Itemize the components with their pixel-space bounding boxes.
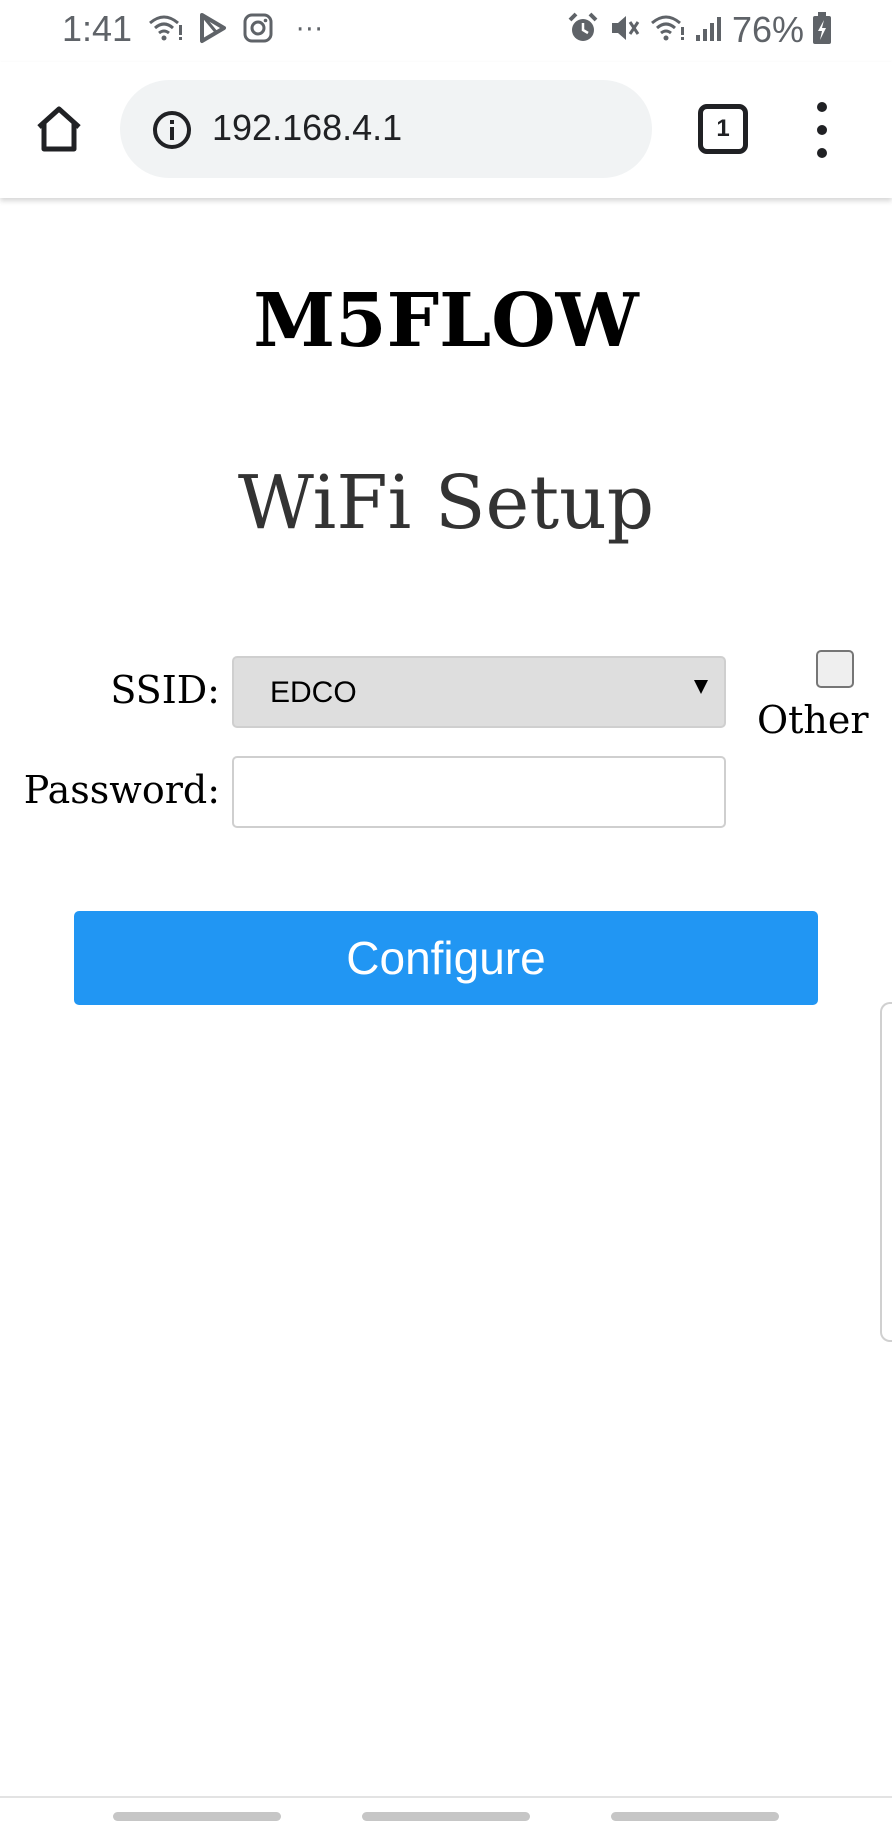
other-checkbox[interactable] — [816, 650, 854, 688]
ssid-label: SSID: — [110, 668, 220, 712]
status-time: 1:41 — [62, 8, 133, 49]
browser-toolbar: 192.168.4.1 1 — [0, 62, 892, 198]
phone-screen: 1:41 ··· 76% 192.168.4.1 1 M5FLOW WiFi S… — [0, 0, 892, 1834]
menu-dot — [817, 102, 827, 112]
configure-button[interactable]: Configure — [74, 911, 818, 1005]
home-icon — [37, 106, 81, 152]
ssid-select[interactable]: EDCO — [232, 656, 726, 728]
nav-home-pill[interactable] — [362, 1812, 530, 1821]
instagram-icon — [242, 12, 274, 48]
scroll-handle[interactable] — [880, 1002, 892, 1342]
status-left-icons: ··· — [148, 10, 324, 50]
menu-dot — [817, 125, 827, 135]
page-subtitle: WiFi Setup — [237, 460, 655, 546]
web-page: M5FLOW WiFi Setup SSID: EDCO Other Passw… — [0, 198, 892, 1798]
navigation-bar — [0, 1796, 892, 1834]
nav-back-pill[interactable] — [113, 1812, 281, 1821]
ssid-selected-value: EDCO — [270, 676, 357, 709]
tab-switcher-button[interactable]: 1 — [698, 104, 748, 154]
tab-count: 1 — [716, 115, 730, 142]
battery-percent: 76% — [731, 9, 804, 50]
more-vert-icon[interactable] — [800, 102, 844, 158]
home-button[interactable] — [30, 100, 88, 158]
page-title: M5FLOW — [253, 278, 639, 364]
address-bar[interactable]: 192.168.4.1 — [120, 80, 652, 178]
wifi-icon — [650, 13, 686, 47]
menu-dot — [817, 148, 827, 158]
status-bar: 1:41 ··· 76% — [0, 0, 892, 62]
other-label: Other — [757, 698, 869, 742]
alarm-icon — [566, 11, 600, 49]
info-icon[interactable] — [152, 110, 192, 150]
battery-charging-icon — [812, 11, 832, 49]
nav-recents-pill[interactable] — [611, 1812, 779, 1821]
mute-icon — [608, 11, 642, 49]
more-notifications-icon: ··· — [296, 15, 324, 45]
wifi-alert-icon — [148, 13, 184, 47]
signal-icon — [694, 13, 724, 47]
dropdown-arrow-icon — [694, 680, 708, 694]
play-store-icon — [198, 12, 228, 48]
url-text[interactable]: 192.168.4.1 — [212, 107, 402, 149]
password-input[interactable] — [232, 756, 726, 828]
password-label: Password: — [23, 768, 220, 812]
status-right-icons: 76% — [566, 8, 832, 52]
